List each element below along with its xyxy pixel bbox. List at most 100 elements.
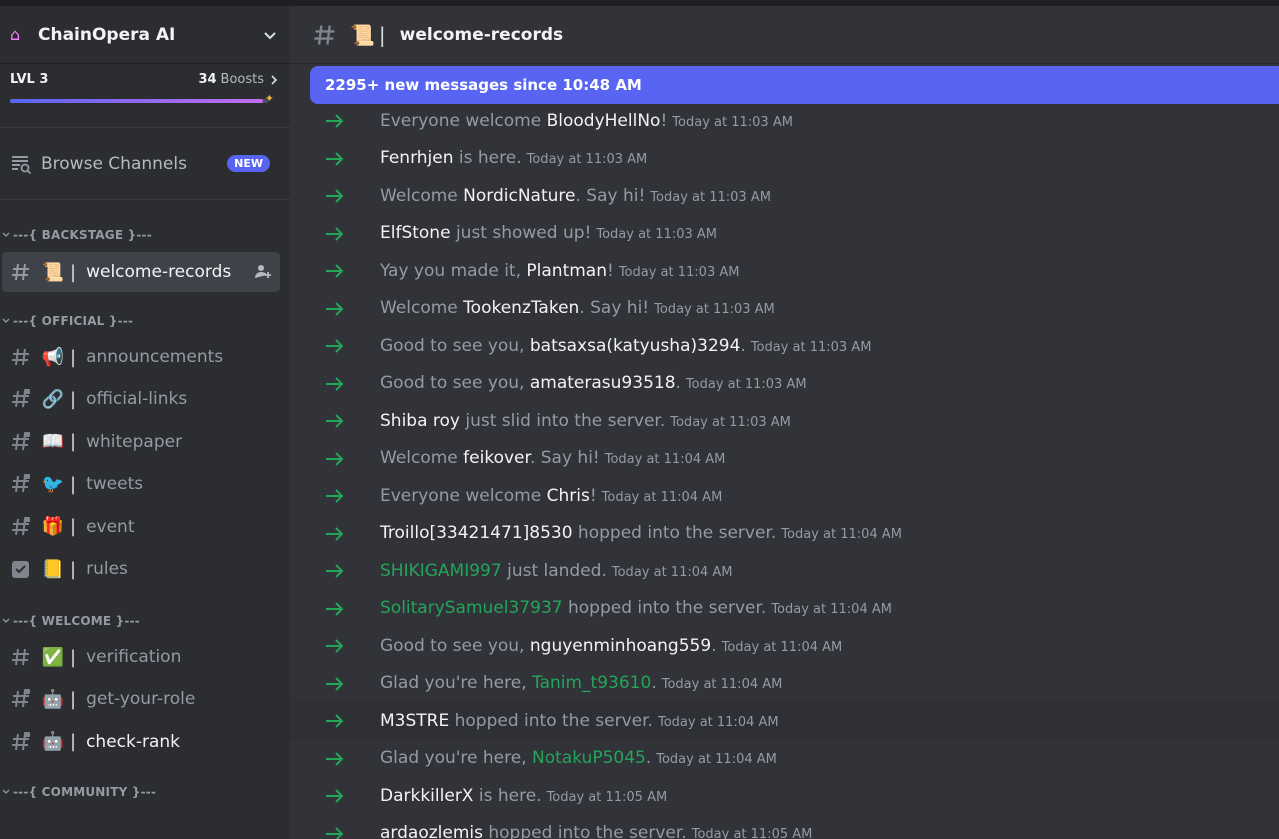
message-prefix: Good to see you, <box>380 635 530 656</box>
username[interactable]: BloodyHellNo <box>547 111 661 131</box>
username[interactable]: amaterasu93518 <box>530 373 676 393</box>
channel-name: tweets <box>86 474 144 494</box>
message-text: Fenrhjen is here. Today at 11:03 AM <box>380 148 647 168</box>
message-suffix: . <box>645 748 652 769</box>
category-backstage[interactable]: ---{ BACKSTAGE }--- <box>0 226 290 244</box>
join-arrow-icon <box>326 301 344 316</box>
channel-separator: | <box>70 516 77 537</box>
message-row[interactable]: ElfStone just showed up! Today at 11:03 A… <box>290 215 1279 253</box>
message-text: Welcome feikover. Say hi! Today at 11:04 … <box>380 448 725 468</box>
channel-announcements[interactable]: 📢 | announcements <box>2 336 280 378</box>
username[interactable]: ardaozlemis <box>380 823 483 839</box>
scroll-emoji-icon: 📜 <box>41 261 65 283</box>
channel-get-your-role[interactable]: 🤖 | get-your-role <box>2 678 280 720</box>
username[interactable]: batsaxsa(katyusha)3294 <box>530 336 741 356</box>
username[interactable]: Chris <box>547 486 590 506</box>
boost-count[interactable]: 34 Boosts <box>198 72 280 87</box>
message-row[interactable]: Glad you're here, Tanim_t93610. Today at … <box>290 665 1279 703</box>
channel-tweets[interactable]: 🐦 | tweets <box>2 463 280 505</box>
server-boost-progress[interactable]: LVL 3 34 Boosts ✦ <box>0 64 290 128</box>
channel-separator: | <box>70 731 77 752</box>
new-badge: NEW <box>227 155 270 172</box>
category-official[interactable]: ---{ OFFICIAL }--- <box>0 312 290 330</box>
message-suffix: . <box>675 373 681 394</box>
server-header[interactable]: ⌂ ChainOpera AI <box>0 6 290 64</box>
channel-name: whitepaper <box>86 431 183 452</box>
message-row[interactable]: Good to see you, nguyenminhoang559. Today… <box>290 627 1279 665</box>
channel-separator: | <box>70 261 77 283</box>
channel-event[interactable]: 🎁 | event <box>2 505 280 548</box>
timestamp: Today at 11:04 AM <box>771 602 892 618</box>
username[interactable]: ElfStone <box>380 223 451 243</box>
message-row[interactable]: M3STRE hopped into the server. Today at 1… <box>290 702 1279 740</box>
bird-emoji-icon: 🐦 <box>41 473 65 495</box>
message-row[interactable]: Troillo[33421471]8530 hopped into the se… <box>290 515 1279 553</box>
channel-check-rank[interactable]: 🤖 | check-rank <box>2 720 280 763</box>
timestamp: Today at 11:05 AM <box>546 789 668 805</box>
browse-channels[interactable]: Browse Channels NEW <box>0 128 290 200</box>
channel-name: rules <box>86 559 128 579</box>
message-row[interactable]: SHIKIGAMI997 just landed. Today at 11:04 … <box>290 552 1279 590</box>
message-row[interactable]: Welcome NordicNature. Say hi! Today at 11… <box>290 177 1279 215</box>
timestamp: Today at 11:04 AM <box>656 752 777 768</box>
message-suffix: . <box>740 335 746 356</box>
message-suffix: hopped into the server. <box>572 523 777 544</box>
chevron-down-icon[interactable] <box>262 27 278 43</box>
category-label: ---{ BACKSTAGE }--- <box>13 228 152 242</box>
category-welcome[interactable]: ---{ WELCOME }--- <box>0 612 290 630</box>
channel-rules[interactable]: 📒 | rules <box>2 548 280 590</box>
chevron-down-icon <box>2 232 10 237</box>
join-arrow-icon <box>326 564 344 578</box>
username[interactable]: Shiba roy <box>380 411 460 431</box>
username[interactable]: Fenrhjen <box>380 148 454 168</box>
username[interactable]: nguyenminhoang559 <box>530 636 711 656</box>
username[interactable]: TookenzTaken <box>463 298 579 318</box>
boost-progress-fill <box>10 99 263 103</box>
join-arrow-icon <box>326 264 344 278</box>
message-row[interactable]: Yay you made it, Plantman! Today at 11:03… <box>290 252 1279 290</box>
message-row[interactable]: DarkkillerX is here. Today at 11:05 AM <box>290 777 1279 815</box>
message-row[interactable]: Glad you're here, NotakuP5045. Today at 1… <box>290 740 1279 778</box>
username[interactable]: M3STRE <box>380 711 449 731</box>
hash-lock-icon <box>12 731 30 750</box>
message-row[interactable]: Fenrhjen is here. Today at 11:03 AM <box>290 140 1279 178</box>
username[interactable]: DarkkillerX <box>380 786 473 806</box>
username[interactable]: Troillo[33421471]8530 <box>380 523 573 543</box>
category-label: ---{ WELCOME }--- <box>13 614 140 628</box>
username[interactable]: SHIKIGAMI997 <box>380 561 502 581</box>
message-row[interactable]: Good to see you, amaterasu93518. Today at… <box>290 365 1279 403</box>
username[interactable]: NotakuP5045 <box>532 748 646 768</box>
robot-emoji-icon: 🤖 <box>41 688 65 710</box>
timestamp: Today at 11:03 AM <box>596 227 717 243</box>
channel-verification[interactable]: ✅ | verification <box>2 636 280 678</box>
category-community[interactable]: ---{ COMMUNITY }--- <box>0 783 290 801</box>
add-member-icon[interactable] <box>254 262 272 280</box>
message-row[interactable]: Everyone welcome Chris! Today at 11:04 AM <box>290 477 1279 515</box>
message-row[interactable]: ardaozlemis hopped into the server. Today… <box>290 815 1279 839</box>
username[interactable]: Tanim_t93610 <box>532 673 651 693</box>
timestamp: Today at 11:05 AM <box>691 827 813 839</box>
message-row[interactable]: Shiba roy just slid into the server. Toda… <box>290 402 1279 440</box>
join-arrow-icon <box>326 751 344 766</box>
message-text: Good to see you, nguyenminhoang559. Today… <box>380 636 842 656</box>
message-row[interactable]: Welcome feikover. Say hi! Today at 11:04 … <box>290 440 1279 478</box>
new-messages-bar[interactable]: 2295+ new messages since 10:48 AM <box>310 66 1279 104</box>
username[interactable]: feikover <box>463 448 530 468</box>
channel-welcome-records[interactable]: 📜 | welcome-records <box>2 252 280 292</box>
username[interactable]: NordicNature <box>463 186 575 206</box>
username[interactable]: Plantman <box>526 261 607 281</box>
username[interactable]: SolitarySamuel37937 <box>380 598 563 618</box>
scroll-emoji-icon: 📜 <box>350 22 375 47</box>
timestamp: Today at 11:04 AM <box>611 564 733 580</box>
timestamp: Today at 11:03 AM <box>654 302 775 318</box>
message-row[interactable]: Welcome TookenzTaken. Say hi! Today at 11… <box>290 290 1279 328</box>
channel-official-links[interactable]: 🔗 | official-links <box>2 378 280 420</box>
channel-whitepaper[interactable]: 📖 | whitepaper <box>2 420 280 463</box>
message-text: Welcome NordicNature. Say hi! Today at 11… <box>380 186 771 206</box>
ledger-emoji-icon: 📒 <box>41 558 65 580</box>
message-prefix: Good to see you, <box>380 335 530 356</box>
message-row[interactable]: Good to see you, batsaxsa(katyusha)3294.… <box>290 327 1279 365</box>
message-text: ardaozlemis hopped into the server. Today… <box>380 823 812 839</box>
message-row[interactable]: SolitarySamuel37937 hopped into the serv… <box>290 590 1279 628</box>
message-row[interactable]: Everyone welcome BloodyHellNo! Today at 1… <box>290 102 1279 140</box>
